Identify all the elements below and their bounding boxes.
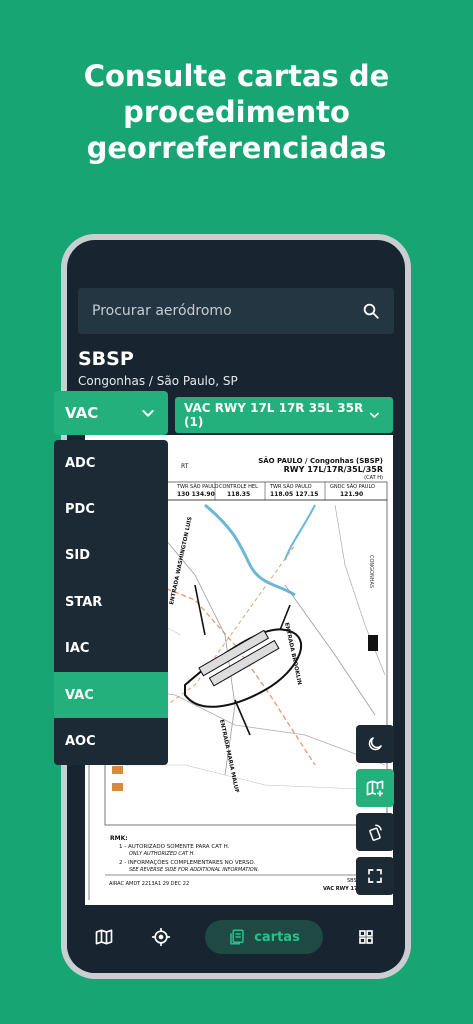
rmk-2-en: SEE REVERSE SIDE FOR ADDITIONAL INFORMAT… <box>129 867 259 873</box>
nav-location[interactable] <box>144 920 178 954</box>
headline-line-3: georreferenciadas <box>86 131 387 165</box>
bottom-navigation: cartas <box>67 906 405 973</box>
grid-icon <box>359 930 373 944</box>
map-plus-icon <box>366 780 384 797</box>
freq-value-1: 130 134.90 <box>177 491 215 498</box>
chart-type-selector[interactable]: VAC <box>54 391 168 435</box>
add-map-layer-button[interactable] <box>356 769 394 807</box>
rotate-screen-button[interactable] <box>356 813 394 851</box>
chart-type-dropdown: ADC PDC SID STAR IAC VAC AOC <box>54 440 168 765</box>
fullscreen-button[interactable] <box>356 857 394 895</box>
nav-cartas-label: cartas <box>254 929 300 945</box>
aerodrome-icao: SBSP <box>78 348 134 370</box>
freq-value-4: 121.90 <box>340 491 363 498</box>
dropdown-option-aoc[interactable]: AOC <box>54 718 168 764</box>
chevron-down-icon <box>142 410 154 417</box>
dropdown-option-adc[interactable]: ADC <box>54 440 168 486</box>
chart-selector[interactable]: VAC RWY 17L 17R 35L 35R (1) <box>175 397 393 433</box>
nav-map[interactable] <box>87 920 121 954</box>
dropdown-option-star[interactable]: STAR <box>54 579 168 625</box>
headline-line-1: Consulte cartas de <box>83 59 390 93</box>
rmk-2: 2 - INFORMAÇÕES COMPLEMENTARES NO VERSO. <box>119 859 256 866</box>
rmk-label: RMK: <box>110 835 128 842</box>
fullscreen-icon <box>368 869 382 883</box>
freq-header-3: TWR SÃO PAULO <box>269 483 312 490</box>
chart-title-line-3: (CAT H) <box>364 475 383 481</box>
annotation-congonhas: CONGONHAS <box>368 555 374 588</box>
chart-selector-value: VAC RWY 17L 17R 35L 35R (1) <box>184 401 364 429</box>
aerodrome-city: Congonhas / São Paulo, SP <box>78 374 238 388</box>
headline-line-2: procedimento <box>123 95 350 129</box>
dropdown-option-iac[interactable]: IAC <box>54 626 168 672</box>
dark-mode-button[interactable] <box>356 725 394 763</box>
freq-value-3: 118.05 127.15 <box>270 491 318 498</box>
chevron-down-icon <box>370 412 380 418</box>
nav-cartas[interactable]: cartas <box>205 920 323 954</box>
freq-header-4: GNDC SÃO PAULO <box>330 483 375 490</box>
rmk-1: 1 - AUTORIZADO SOMENTE PARA CAT H. <box>119 844 230 850</box>
search-input[interactable] <box>92 303 362 319</box>
search-bar[interactable] <box>78 288 394 334</box>
airac-label: AIRAC AMDT 2213A1 29 DEC 22 <box>109 881 189 887</box>
map-icon <box>95 929 113 945</box>
freq-header-2: CONTROLE HEL <box>219 484 258 490</box>
dropdown-option-vac[interactable]: VAC <box>54 671 168 719</box>
chart-type-selector-value: VAC <box>65 404 99 422</box>
moon-icon <box>368 737 382 751</box>
dropdown-option-sid[interactable]: SID <box>54 533 168 579</box>
crosshair-icon <box>151 927 171 947</box>
freq-value-2: 118.35 <box>227 491 250 498</box>
chart-title-line-1: SÃO PAULO / Congonhas (SBSP) <box>258 456 383 465</box>
rmk-1-en: ONLY AUTHORIZED CAT H. <box>129 851 195 857</box>
charts-icon <box>230 929 244 945</box>
chart-title-line-2: RWY 17L/17R/35L/35R <box>284 465 383 474</box>
freq-header-1: TWR SÃO PAULO <box>176 483 219 490</box>
marketing-headline: Consulte cartas de procedimento georrefe… <box>0 58 473 166</box>
rotate-icon <box>369 824 382 841</box>
dropdown-option-pdc[interactable]: PDC <box>54 486 168 532</box>
nav-more[interactable] <box>349 920 383 954</box>
chart-airport-label: RT <box>181 463 189 470</box>
search-icon[interactable] <box>362 302 380 320</box>
